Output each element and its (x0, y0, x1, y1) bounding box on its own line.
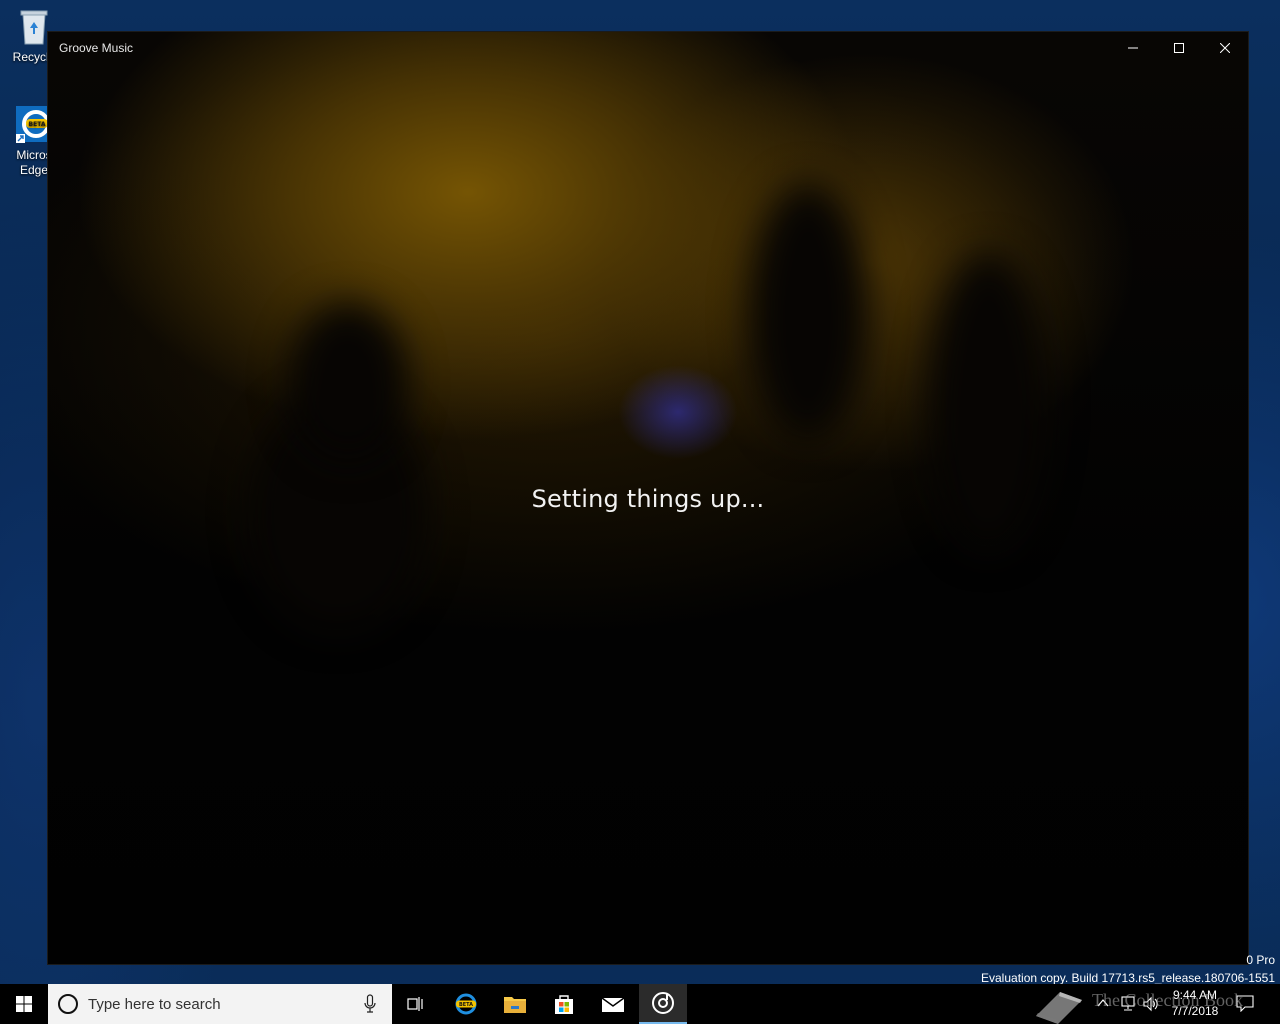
search-placeholder: Type here to search (88, 996, 221, 1013)
task-view-icon (407, 997, 423, 1011)
microphone-icon[interactable] (364, 994, 376, 1014)
clock-time: 9:44 AM (1172, 988, 1218, 1002)
store-icon (555, 995, 573, 1014)
windows-watermark: 0 Pro Evaluation copy. Build 17713.rs5_r… (981, 951, 1275, 987)
close-icon (1220, 43, 1230, 53)
cortana-icon (58, 994, 78, 1014)
svg-text:BETA: BETA (29, 121, 46, 128)
maximize-icon (1174, 43, 1184, 53)
minimize-button[interactable] (1110, 32, 1156, 64)
windows-logo-icon (16, 996, 32, 1012)
start-button[interactable] (0, 984, 48, 1024)
maximize-button[interactable] (1156, 32, 1202, 64)
network-icon[interactable] (1118, 996, 1136, 1012)
crowd-silhouette (288, 302, 408, 462)
watermark-edition: 0 Pro (1246, 953, 1275, 967)
title-bar[interactable]: Groove Music (48, 32, 1248, 64)
search-box[interactable]: Type here to search (48, 984, 392, 1024)
show-hidden-icons-icon[interactable] (1096, 996, 1110, 1010)
taskbar-edge-button[interactable]: BETA (442, 984, 490, 1024)
groove-music-icon (652, 992, 674, 1014)
volume-icon[interactable] (1142, 996, 1160, 1012)
window-title: Groove Music (59, 41, 134, 55)
file-explorer-icon (504, 997, 526, 1013)
action-center-icon[interactable] (1236, 994, 1254, 1012)
crowd-silhouette (748, 182, 868, 442)
file-explorer-button[interactable] (491, 984, 539, 1024)
clock[interactable]: 9:44 AM 7/7/2018 (1166, 987, 1224, 1019)
groove-music-taskbar-button[interactable] (639, 984, 687, 1024)
clock-date: 7/7/2018 (1171, 1004, 1219, 1018)
taskbar: Type here to search BETA 9:44 AM 7/7/201… (0, 984, 1280, 1024)
minimize-icon (1128, 47, 1138, 49)
close-button[interactable] (1202, 32, 1248, 64)
mail-icon (601, 997, 625, 1012)
svg-text:BETA: BETA (459, 1002, 473, 1008)
mail-button[interactable] (589, 984, 637, 1024)
watermark-build: Evaluation copy. Build 17713.rs5_release… (981, 971, 1275, 985)
setup-status-text: Setting things up... (531, 485, 765, 513)
edge-beta-icon: BETA (455, 993, 477, 1015)
task-view-button[interactable] (392, 984, 440, 1024)
groove-music-window[interactable]: Groove Music Setting things up... (48, 32, 1248, 964)
desktop-icon-label: Micros Edge (16, 148, 52, 177)
store-button[interactable] (540, 984, 588, 1024)
